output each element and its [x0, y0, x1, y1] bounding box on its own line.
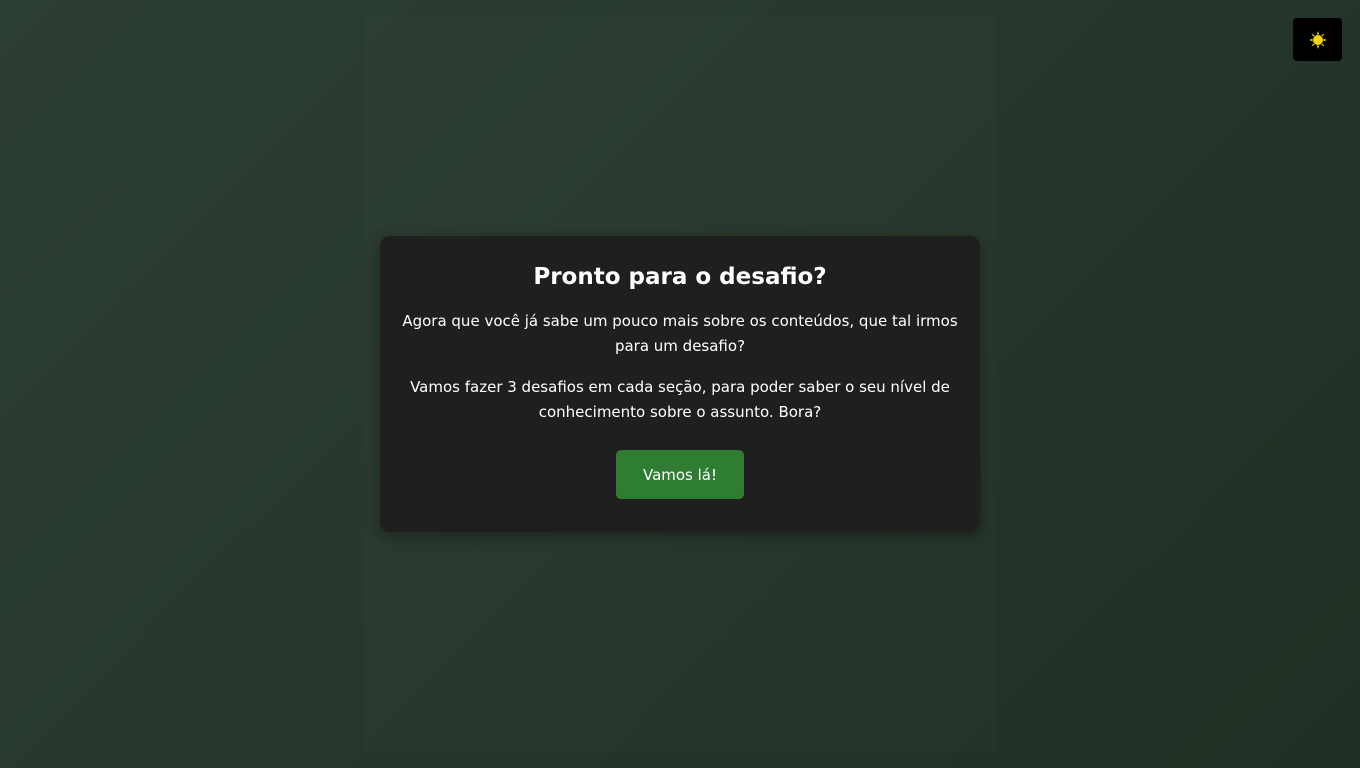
modal-title: Pronto para o desafio?	[533, 264, 827, 290]
sun-icon	[1308, 30, 1327, 49]
start-challenge-button[interactable]: Vamos lá!	[616, 450, 744, 499]
modal-intro-text: Agora que você já sabe um pouco mais sob…	[402, 312, 958, 355]
theme-toggle-button[interactable]	[1293, 18, 1342, 61]
challenge-modal: Pronto para o desafio? Agora que você já…	[380, 236, 980, 532]
modal-description-text: Vamos fazer 3 desafios em cada seção, pa…	[410, 378, 950, 421]
